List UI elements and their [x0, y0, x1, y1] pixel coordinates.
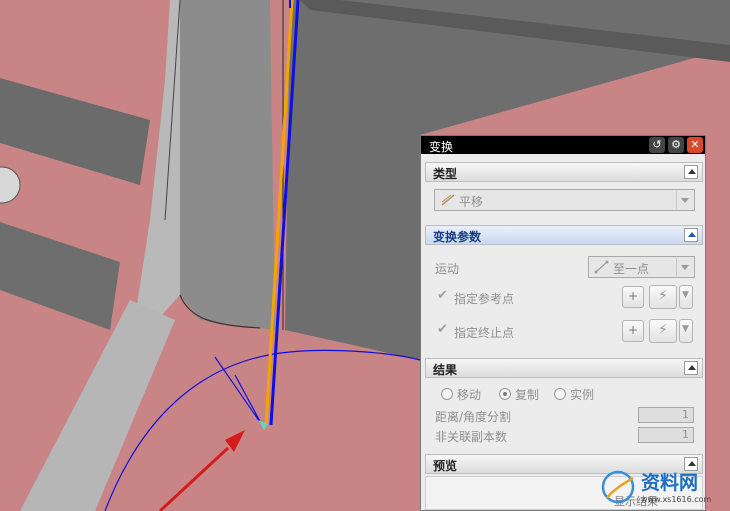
- distance-label: 距离/角度分割: [435, 410, 512, 424]
- inferred-point-button[interactable]: ⚡: [649, 285, 677, 309]
- transform-dialog: 变换 ↺ ⚙ ✕ 类型 平移 变换参数 运动 至一点 ✔ 指定参考点 + ⚡ ▼…: [420, 135, 706, 511]
- type-dropdown[interactable]: 平移: [434, 189, 695, 211]
- motion-dropdown[interactable]: 至一点: [588, 256, 695, 278]
- point-type-dropdown[interactable]: ▼: [679, 285, 693, 309]
- gear-icon[interactable]: ⚙: [668, 137, 684, 153]
- section-result-header[interactable]: 结果: [425, 358, 703, 378]
- watermark-logo-icon: [601, 470, 635, 504]
- end-point-label: 指定终止点: [454, 326, 515, 340]
- motion-label: 运动: [435, 262, 460, 276]
- collapse-icon[interactable]: [684, 361, 698, 375]
- reset-icon[interactable]: ↺: [649, 137, 665, 153]
- radio-move[interactable]: [441, 388, 453, 400]
- copies-label: 非关联副本数: [435, 430, 508, 444]
- translate-icon: [441, 194, 455, 206]
- section-type-label: 类型: [433, 167, 458, 181]
- point-dialog-button[interactable]: +: [622, 286, 644, 308]
- radio-copy-label: 复制: [515, 388, 540, 402]
- section-params-label: 变换参数: [433, 230, 482, 244]
- inferred-point-button[interactable]: ⚡: [649, 319, 677, 343]
- section-type-header[interactable]: 类型: [425, 162, 703, 182]
- collapse-icon[interactable]: [684, 165, 698, 179]
- close-icon[interactable]: ✕: [687, 137, 703, 153]
- point-dialog-button[interactable]: +: [622, 320, 644, 342]
- collapse-icon[interactable]: [684, 228, 698, 242]
- chevron-down-icon: [676, 191, 693, 209]
- checkmark-icon: ✔: [437, 322, 448, 337]
- dialog-titlebar: 变换 ↺ ⚙ ✕: [421, 136, 705, 154]
- radio-copy[interactable]: [499, 388, 511, 400]
- point-type-dropdown[interactable]: ▼: [679, 319, 693, 343]
- radio-instance[interactable]: [554, 388, 566, 400]
- distance-input[interactable]: 1: [638, 407, 694, 423]
- watermark-brand: 资料网: [641, 472, 699, 494]
- ref-point-label: 指定参考点: [454, 292, 515, 306]
- motion-value: 至一点: [613, 262, 650, 276]
- type-value: 平移: [459, 195, 484, 209]
- radio-move-label: 移动: [457, 388, 482, 402]
- radio-instance-label: 实例: [570, 388, 595, 402]
- copies-input[interactable]: 1: [638, 427, 694, 443]
- section-result-label: 结果: [433, 363, 458, 377]
- watermark: 资料网 www.xs1616.com: [597, 466, 730, 511]
- section-preview-label: 预览: [433, 459, 458, 473]
- chevron-down-icon: [676, 258, 693, 276]
- checkmark-icon: ✔: [437, 288, 448, 303]
- dialog-title: 变换: [429, 140, 454, 154]
- section-params-header[interactable]: 变换参数: [425, 225, 703, 245]
- fillet-face: [180, 0, 275, 330]
- watermark-url: www.xs1616.com: [641, 495, 712, 504]
- point-to-point-icon: [594, 260, 609, 274]
